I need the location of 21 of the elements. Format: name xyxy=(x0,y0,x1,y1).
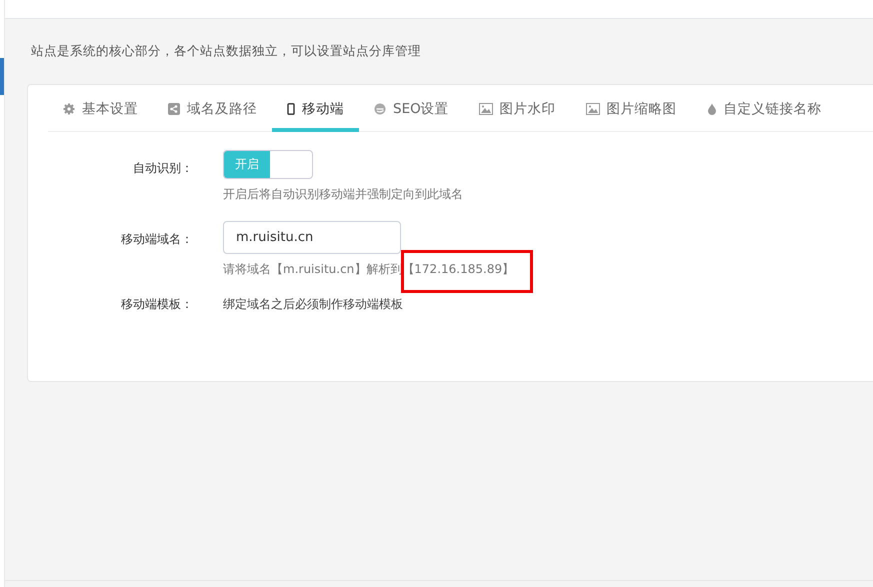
image-icon xyxy=(478,102,493,114)
field-label: 自动识别： xyxy=(132,160,194,177)
field-label: 移动端域名： xyxy=(120,231,194,248)
phone-icon xyxy=(287,102,295,114)
tab[interactable]: 域名及路径 xyxy=(153,101,272,132)
tab[interactable]: SEO设置 xyxy=(359,101,464,132)
image-icon xyxy=(586,102,600,114)
page-description: 站点是系统的核心部分，各个站点数据独立，可以设置站点分库管理 xyxy=(31,43,422,60)
field-text: 绑定域名之后必须制作移动端模板 xyxy=(223,296,403,313)
field-label: 移动端模板： xyxy=(120,296,194,313)
tab[interactable]: 图片水印 xyxy=(464,101,571,132)
drop-icon xyxy=(706,102,717,114)
sidebar-item[interactable] xyxy=(0,58,4,95)
tab[interactable]: 基本设置 xyxy=(48,101,153,132)
domain-input[interactable]: m.ruisitu.cn xyxy=(223,221,401,254)
tab[interactable]: 移动端 xyxy=(272,101,359,132)
share-icon xyxy=(168,102,180,114)
gear-icon xyxy=(63,102,75,114)
tab[interactable]: 自定义链接名称 xyxy=(692,101,837,132)
tab[interactable]: 图片缩略图 xyxy=(570,101,692,132)
help-text: 开启后将自动识别移动端并强制定向到此域名 xyxy=(223,186,463,203)
